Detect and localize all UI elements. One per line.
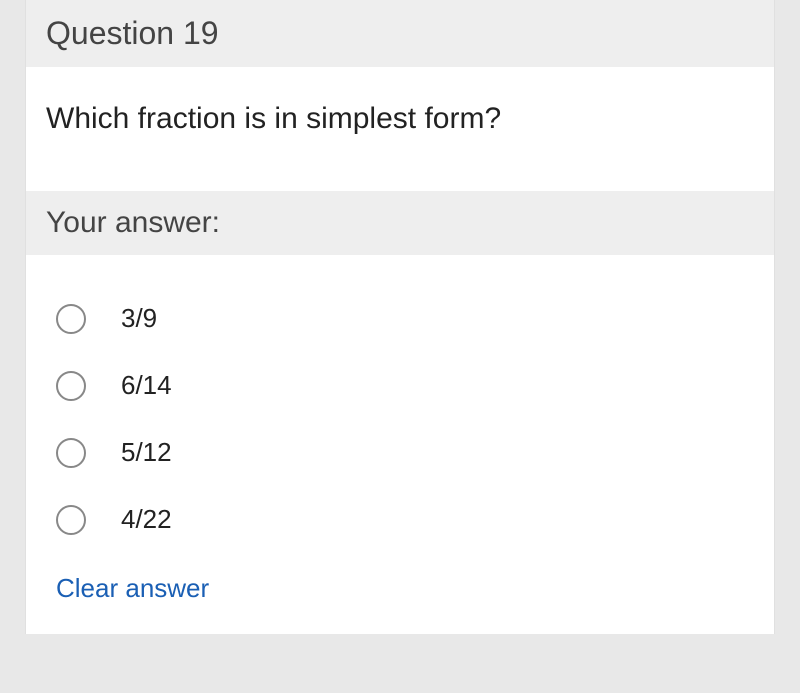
question-header: Question 19 <box>26 0 774 67</box>
option-1[interactable]: 3/9 <box>56 285 754 352</box>
question-text: Which fraction is in simplest form? <box>26 67 774 191</box>
option-label: 6/14 <box>121 370 172 401</box>
option-2[interactable]: 6/14 <box>56 352 754 419</box>
radio-icon <box>56 371 86 401</box>
question-card: Question 19 Which fraction is in simples… <box>25 0 775 634</box>
option-4[interactable]: 4/22 <box>56 486 754 553</box>
radio-icon <box>56 304 86 334</box>
radio-icon <box>56 438 86 468</box>
option-label: 5/12 <box>121 437 172 468</box>
option-label: 4/22 <box>121 504 172 535</box>
option-3[interactable]: 5/12 <box>56 419 754 486</box>
radio-icon <box>56 505 86 535</box>
answer-header: Your answer: <box>26 191 774 255</box>
clear-answer-link[interactable]: Clear answer <box>26 563 774 614</box>
options-container: 3/9 6/14 5/12 4/22 <box>26 255 774 563</box>
option-label: 3/9 <box>121 303 157 334</box>
